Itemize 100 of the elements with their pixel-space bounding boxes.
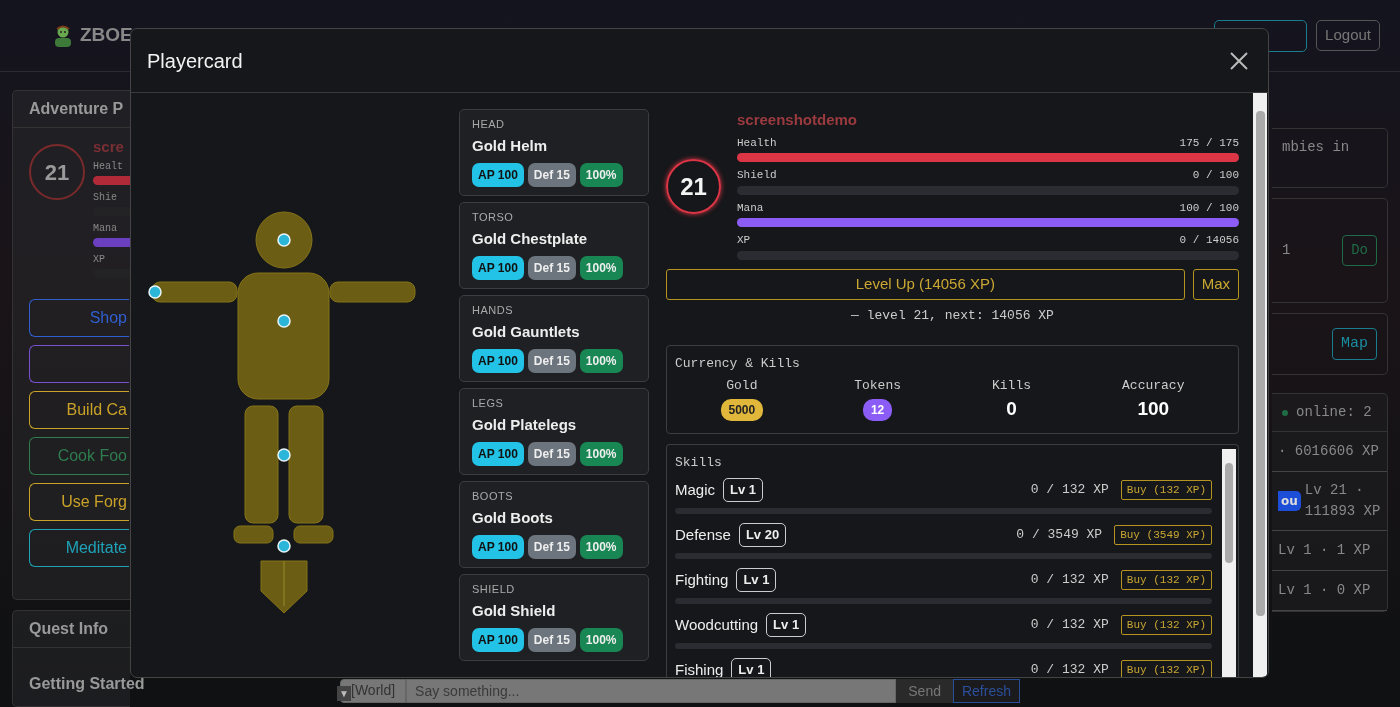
slot-label: SHIELD	[472, 582, 516, 597]
durability-badge: 100%	[579, 163, 623, 187]
stat-value: 0	[1006, 399, 1017, 420]
skills-scrollbar[interactable]	[1222, 449, 1236, 677]
buy-button[interactable]: Buy (132 XP)	[1120, 569, 1212, 591]
attack-power-badge: AP 100	[472, 256, 524, 280]
player-name: scre	[93, 137, 125, 157]
stat-value: 100	[1137, 399, 1170, 420]
skill-level-badge: Lv 1	[766, 613, 807, 637]
section-title: Currency & Kills	[675, 355, 801, 373]
skill-level-badge: Lv 1	[723, 478, 764, 502]
stat-title: Tokens	[854, 376, 901, 395]
brand-name: ZBOE	[80, 23, 133, 48]
defense-badge: Def 15	[527, 349, 576, 373]
quest-title: Getting Started	[29, 674, 145, 694]
stat-label: Mana	[93, 221, 118, 236]
skill-reading: 0 / 132 XP	[1030, 481, 1109, 500]
section-title: Skills	[675, 454, 723, 472]
bar-label: XP	[737, 233, 751, 248]
buy-button[interactable]: Buy (132 XP)	[1120, 614, 1212, 636]
defense-badge: Def 15	[527, 628, 576, 652]
modal-title: Playercard	[147, 48, 243, 73]
modal-scrollbar[interactable]	[1253, 93, 1267, 677]
player-name: screenshotdemo	[737, 110, 859, 130]
skill-level-badge: Lv 1	[731, 658, 772, 677]
slot-label: BOOTS	[472, 489, 514, 504]
stat-label: XP	[93, 252, 106, 267]
bar-label: Health	[737, 135, 777, 151]
durability-badge: 100%	[579, 349, 623, 373]
buy-button[interactable]: Buy (132 XP)	[1120, 479, 1212, 501]
skill-level-badge: Lv 1	[736, 568, 777, 592]
bar-reading: 175 / 175	[1179, 135, 1239, 151]
stat-title: Gold	[726, 376, 758, 395]
item-name: Gold Helm	[472, 135, 548, 156]
slot-label: TORSO	[472, 210, 515, 225]
skill-reading: 0 / 3549 XP	[1016, 526, 1103, 545]
bar-reading: 100 / 100	[1179, 200, 1239, 216]
durability-badge: 100%	[579, 535, 623, 559]
skill-name: Magic	[675, 479, 715, 500]
slot-label: HANDS	[472, 303, 514, 318]
durability-badge: 100%	[579, 628, 623, 652]
defense-badge: Def 15	[527, 163, 576, 187]
level-circle: 21	[29, 144, 85, 200]
skill-reading: 0 / 132 XP	[1030, 616, 1109, 635]
skill-name: Fighting	[675, 569, 729, 590]
attack-power-badge: AP 100	[472, 349, 524, 373]
item-name: Gold Boots	[472, 507, 554, 528]
stat-label: Healt	[93, 159, 124, 174]
buy-button[interactable]: Buy (132 XP)	[1120, 659, 1212, 677]
map-button[interactable]: Map	[1332, 327, 1377, 361]
player-info: Lv 1 · 0 XP	[1278, 581, 1371, 600]
skill-level-badge: Lv 20	[738, 523, 787, 547]
level-note: — level 21, next: 14056 XP	[850, 306, 1055, 325]
durability-badge: 100%	[579, 256, 623, 280]
bar-reading: 0 / 14056	[1179, 233, 1239, 248]
logout-button[interactable]: Logout	[1316, 20, 1380, 51]
action-button[interactable]: Meditate	[29, 528, 129, 567]
attack-power-badge: AP 100	[472, 535, 524, 559]
item-name: Gold Gauntlets	[472, 321, 581, 342]
bar-label: Mana	[737, 200, 764, 216]
player-badge: ou	[1278, 491, 1301, 511]
item-name: Gold Platelegs	[472, 414, 578, 435]
zombie-icon	[52, 24, 74, 47]
buy-button[interactable]: Buy (3549 XP)	[1114, 524, 1212, 546]
attack-power-badge: AP 100	[472, 163, 524, 187]
quest-text-box: mbies in	[1272, 128, 1388, 188]
defense-badge: Def 15	[527, 442, 576, 466]
player-info: Lv 1 · 1 XP	[1278, 541, 1371, 560]
blank-button[interactable]	[29, 344, 129, 383]
slot-label: LEGS	[472, 396, 505, 411]
currency-badge: 5000	[720, 399, 764, 421]
skill-name: Defense	[675, 524, 731, 545]
level-up-button[interactable]: Level Up (14056 XP)	[666, 268, 1185, 300]
defense-badge: Def 15	[527, 256, 576, 280]
stat-label: Shie	[93, 190, 118, 205]
action-button[interactable]: Build Ca	[29, 390, 129, 429]
stat-title: Accuracy	[1122, 376, 1185, 395]
action-button[interactable]: Use Forg	[29, 482, 129, 521]
durability-badge: 100%	[579, 442, 623, 466]
player-info: Lv 21 · 111893 XP	[1304, 481, 1381, 521]
player-info: · 6016606 XP	[1278, 442, 1379, 461]
item-name: Gold Shield	[472, 600, 557, 621]
attack-power-badge: AP 100	[472, 628, 524, 652]
online-count: online: 2	[1296, 403, 1372, 422]
level-circle: 21	[666, 159, 721, 215]
online-dot-icon	[1282, 409, 1288, 416]
skill-name: Fishing	[675, 659, 724, 677]
skill-reading: 0 / 132 XP	[1030, 571, 1109, 590]
skill-reading: 0 / 132 XP	[1030, 661, 1109, 677]
skill-name: Woodcutting	[675, 614, 759, 635]
max-button[interactable]: Max	[1192, 268, 1239, 300]
attack-power-badge: AP 100	[472, 442, 524, 466]
bar-label: Shield	[737, 168, 777, 183]
currency-badge: 12	[862, 399, 893, 421]
item-name: Gold Chestplate	[472, 228, 588, 249]
task-count: 1	[1282, 241, 1291, 260]
bar-reading: 0 / 100	[1192, 168, 1239, 183]
slot-label: HEAD	[472, 117, 506, 132]
chat-input[interactable]: Say something...	[406, 679, 897, 703]
defense-badge: Def 15	[527, 535, 576, 559]
